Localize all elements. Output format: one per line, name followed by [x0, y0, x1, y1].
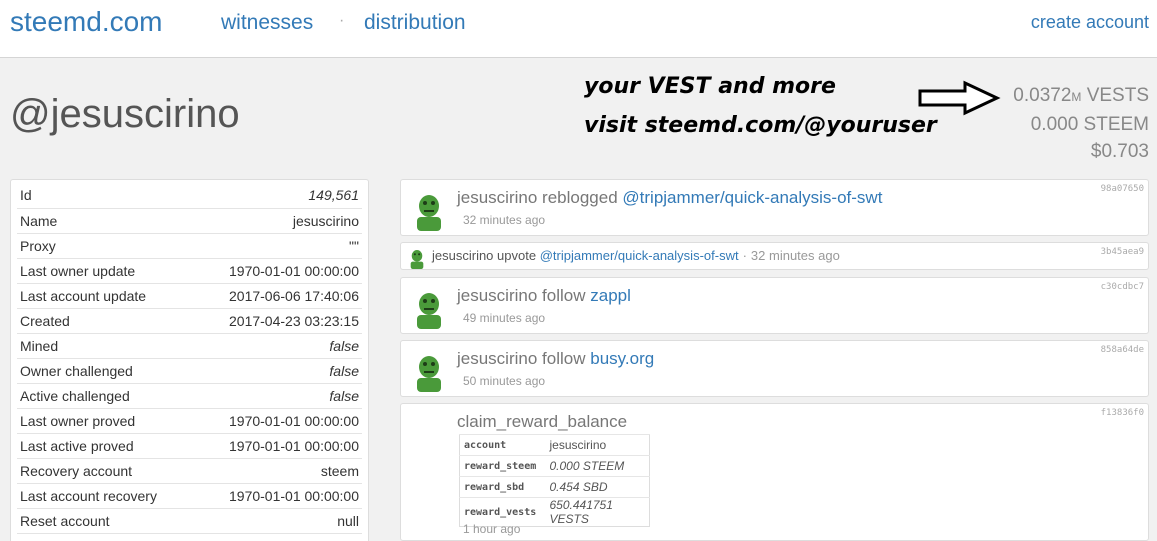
create-account-link[interactable]: create account: [1031, 12, 1149, 33]
property-value: "": [349, 238, 359, 254]
property-row: Owner challenged false: [17, 358, 362, 383]
property-label: Mined: [20, 338, 59, 354]
avatar-robot-icon: [417, 356, 441, 392]
feed-item-follow-busy: 858a64de jesuscirino follow busy.org 50 …: [400, 340, 1149, 397]
operation-row: reward_steem 0.000 STEEM: [459, 455, 650, 477]
feed-item-title: jesuscirino follow zappl: [457, 286, 631, 305]
usd-balance: $0.703: [1090, 141, 1149, 162]
transaction-hash[interactable]: c30cdbc7: [1101, 282, 1144, 292]
nav-separator: ·: [339, 12, 345, 29]
property-row: Created 2017-04-23 03:23:15: [17, 308, 362, 333]
property-value: null: [337, 513, 359, 529]
property-value: 1970-01-01 00:00:00: [229, 413, 359, 429]
operation-value: 650.441751 VESTS: [545, 497, 650, 527]
property-row: Proxy "": [17, 233, 362, 258]
property-value: false: [329, 388, 359, 404]
property-row: Reputation 26: [17, 533, 362, 541]
property-label: Active challenged: [20, 388, 130, 404]
property-row: Active challenged false: [17, 383, 362, 408]
property-value: 2017-06-06 17:40:06: [229, 288, 359, 304]
property-value: false: [329, 338, 359, 354]
property-label: Last account update: [20, 288, 147, 304]
right-arrow-icon: [918, 80, 1001, 116]
property-label: Proxy: [20, 238, 56, 254]
property-row: Mined false: [17, 333, 362, 358]
feed-item-title: jesuscirino upvote @tripjammer/quick-ana…: [432, 248, 840, 263]
vests-balance: 0.0372M VESTS: [1013, 85, 1149, 106]
property-value: 1970-01-01 00:00:00: [229, 438, 359, 454]
operation-row: reward_sbd 0.454 SBD: [459, 476, 650, 498]
nav-distribution-link[interactable]: distribution: [364, 11, 466, 35]
nav-witnesses-link[interactable]: witnesses: [221, 11, 313, 35]
avatar-robot-icon: [410, 250, 424, 269]
feed-item-time: 50 minutes ago: [463, 374, 546, 388]
feed-item-claim-reward: f13836f0 claim_reward_balance account jes…: [400, 403, 1149, 541]
balances-panel: 0.0372M VESTS 0.000 STEEM $0.703: [1013, 82, 1149, 165]
property-value: false: [329, 363, 359, 379]
post-link[interactable]: @tripjammer/quick-analysis-of-swt: [540, 248, 739, 263]
property-row: Last account recovery 1970-01-01 00:00:00: [17, 483, 362, 508]
operation-value: 0.454 SBD: [545, 476, 650, 498]
property-row: Last owner update 1970-01-01 00:00:00: [17, 258, 362, 283]
property-label: Last account recovery: [20, 488, 157, 504]
property-row: Last account update 2017-06-06 17:40:06: [17, 283, 362, 308]
property-row: Reset account null: [17, 508, 362, 533]
property-label: Last active proved: [20, 438, 134, 454]
feed-item-follow-zappl: c30cdbc7 jesuscirino follow zappl 49 min…: [400, 277, 1149, 334]
property-row: Last owner proved 1970-01-01 00:00:00: [17, 408, 362, 433]
feed-item-time: 49 minutes ago: [463, 311, 546, 325]
transaction-hash[interactable]: f13836f0: [1101, 408, 1144, 418]
property-value: 26: [343, 534, 359, 541]
property-value: 149,561: [308, 187, 359, 203]
property-label: Reset account: [20, 513, 110, 529]
user-link[interactable]: zappl: [590, 286, 631, 305]
property-row: Last active proved 1970-01-01 00:00:00: [17, 433, 362, 458]
operation-details-table: account jesuscirino reward_steem 0.000 STEE…: [459, 434, 650, 527]
property-label: Last owner update: [20, 263, 136, 279]
feed-item-time: 32 minutes ago: [463, 213, 546, 227]
property-row: Name jesuscirino: [17, 208, 362, 233]
property-label: Reputation: [20, 534, 88, 541]
transaction-hash[interactable]: 98a07650: [1101, 184, 1144, 194]
feed-item-upvote: 3b45aea9 jesuscirino upvote @tripjammer/…: [400, 242, 1149, 270]
property-value: 1970-01-01 00:00:00: [229, 488, 359, 504]
operation-key: reward_steem: [459, 455, 546, 477]
operation-row: account jesuscirino: [459, 434, 650, 456]
annotation-line-2: visit steemd.com/@youruser: [584, 113, 937, 138]
operation-key: reward_sbd: [459, 476, 546, 498]
transaction-hash[interactable]: 858a64de: [1101, 345, 1144, 355]
transaction-hash[interactable]: 3b45aea9: [1101, 247, 1144, 257]
property-value: steem: [320, 463, 359, 479]
operation-value: jesuscirino: [545, 434, 650, 456]
property-label: Name: [20, 213, 58, 229]
property-label: Id: [20, 187, 32, 203]
avatar-robot-icon: [417, 293, 441, 329]
avatar-robot-icon: [417, 195, 441, 231]
feed-item-reblog: 98a07650 jesuscirino reblogged @tripjamm…: [400, 179, 1149, 236]
operation-key: account: [459, 434, 546, 456]
property-row: Recovery account steem: [17, 458, 362, 483]
property-label: Created: [20, 313, 70, 329]
feed-item-title: jesuscirino follow busy.org: [457, 349, 655, 368]
operation-value: 0.000 STEEM: [545, 455, 650, 477]
brand-link[interactable]: steemd.com: [10, 6, 163, 38]
property-value: jesuscirino: [292, 213, 359, 229]
property-label: Recovery account: [20, 463, 133, 479]
page-title: @jesuscirino: [10, 92, 240, 136]
property-label: Owner challenged: [20, 363, 133, 379]
feed-item-title: jesuscirino reblogged @tripjammer/quick-…: [457, 188, 883, 207]
property-value: 2017-04-23 03:23:15: [229, 313, 359, 329]
property-label: Last owner proved: [20, 413, 136, 429]
post-link[interactable]: @tripjammer/quick-analysis-of-swt: [622, 188, 882, 207]
account-properties-table: Id 149,561 Name jesuscirino Proxy "" Last owne…: [10, 179, 369, 541]
feed-item-time: 1 hour ago: [463, 522, 521, 536]
steem-balance: 0.000 STEEM: [1030, 114, 1149, 135]
property-row: Id 149,561: [17, 183, 362, 208]
property-value: 1970-01-01 00:00:00: [229, 263, 359, 279]
top-navbar: steemd.com witnesses · distribution crea…: [0, 0, 1157, 58]
user-link[interactable]: busy.org: [590, 349, 654, 368]
operation-name: claim_reward_balance: [457, 412, 628, 431]
annotation-line-1: your VEST and more: [584, 74, 836, 99]
